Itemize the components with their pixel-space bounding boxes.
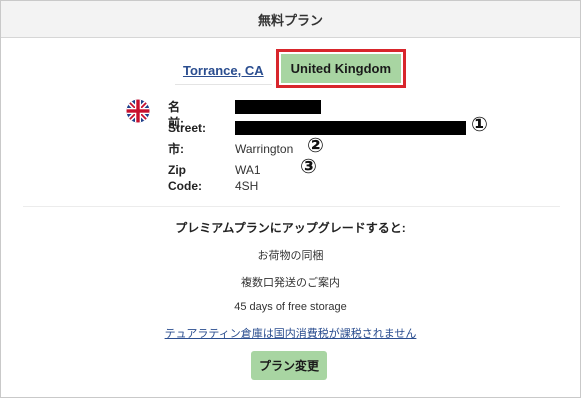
marker-1: ① [471,114,488,136]
tab-highlight-frame: United Kingdom [275,49,407,88]
premium-item: 複数口発送のご案内 [241,277,340,289]
plan-title: 無料プラン [257,12,323,28]
premium-item: お荷物の同梱 [257,250,324,262]
marker-3: ③ [300,156,317,178]
tab-united-kingdom[interactable]: United Kingdom [280,54,402,83]
premium-item: 45 days of free storage [234,301,347,313]
zip-label: Zip Code: [168,163,202,193]
city-label: 市: [168,142,184,156]
tax-info-link[interactable]: テュアラティン倉庫は国内消費税が課税されません [165,328,417,340]
street-label: Street: [168,121,207,135]
section-divider [23,206,560,207]
change-plan-button[interactable]: プラン変更 [251,351,328,380]
marker-2: ② [307,135,324,157]
premium-title: プレミアムプランにアップグレードすると: [175,221,406,235]
premium-section: プレミアムプランにアップグレードすると: お荷物の同梱 複数口発送のご案内 45… [1,219,580,342]
uk-flag-icon [126,99,150,123]
plan-card: 無料プラン Torrance, CA United Kingdom 名前: St… [0,0,581,398]
card-header: 無料プラン [1,1,580,38]
name-redacted [235,100,321,114]
street-redacted [235,121,466,135]
tab-torrance[interactable]: Torrance, CA [174,53,272,85]
city-value: Warrington [235,142,294,156]
zip-value: WA1 4SH [235,163,261,193]
warehouse-tabs: Torrance, CA United Kingdom [1,49,580,88]
